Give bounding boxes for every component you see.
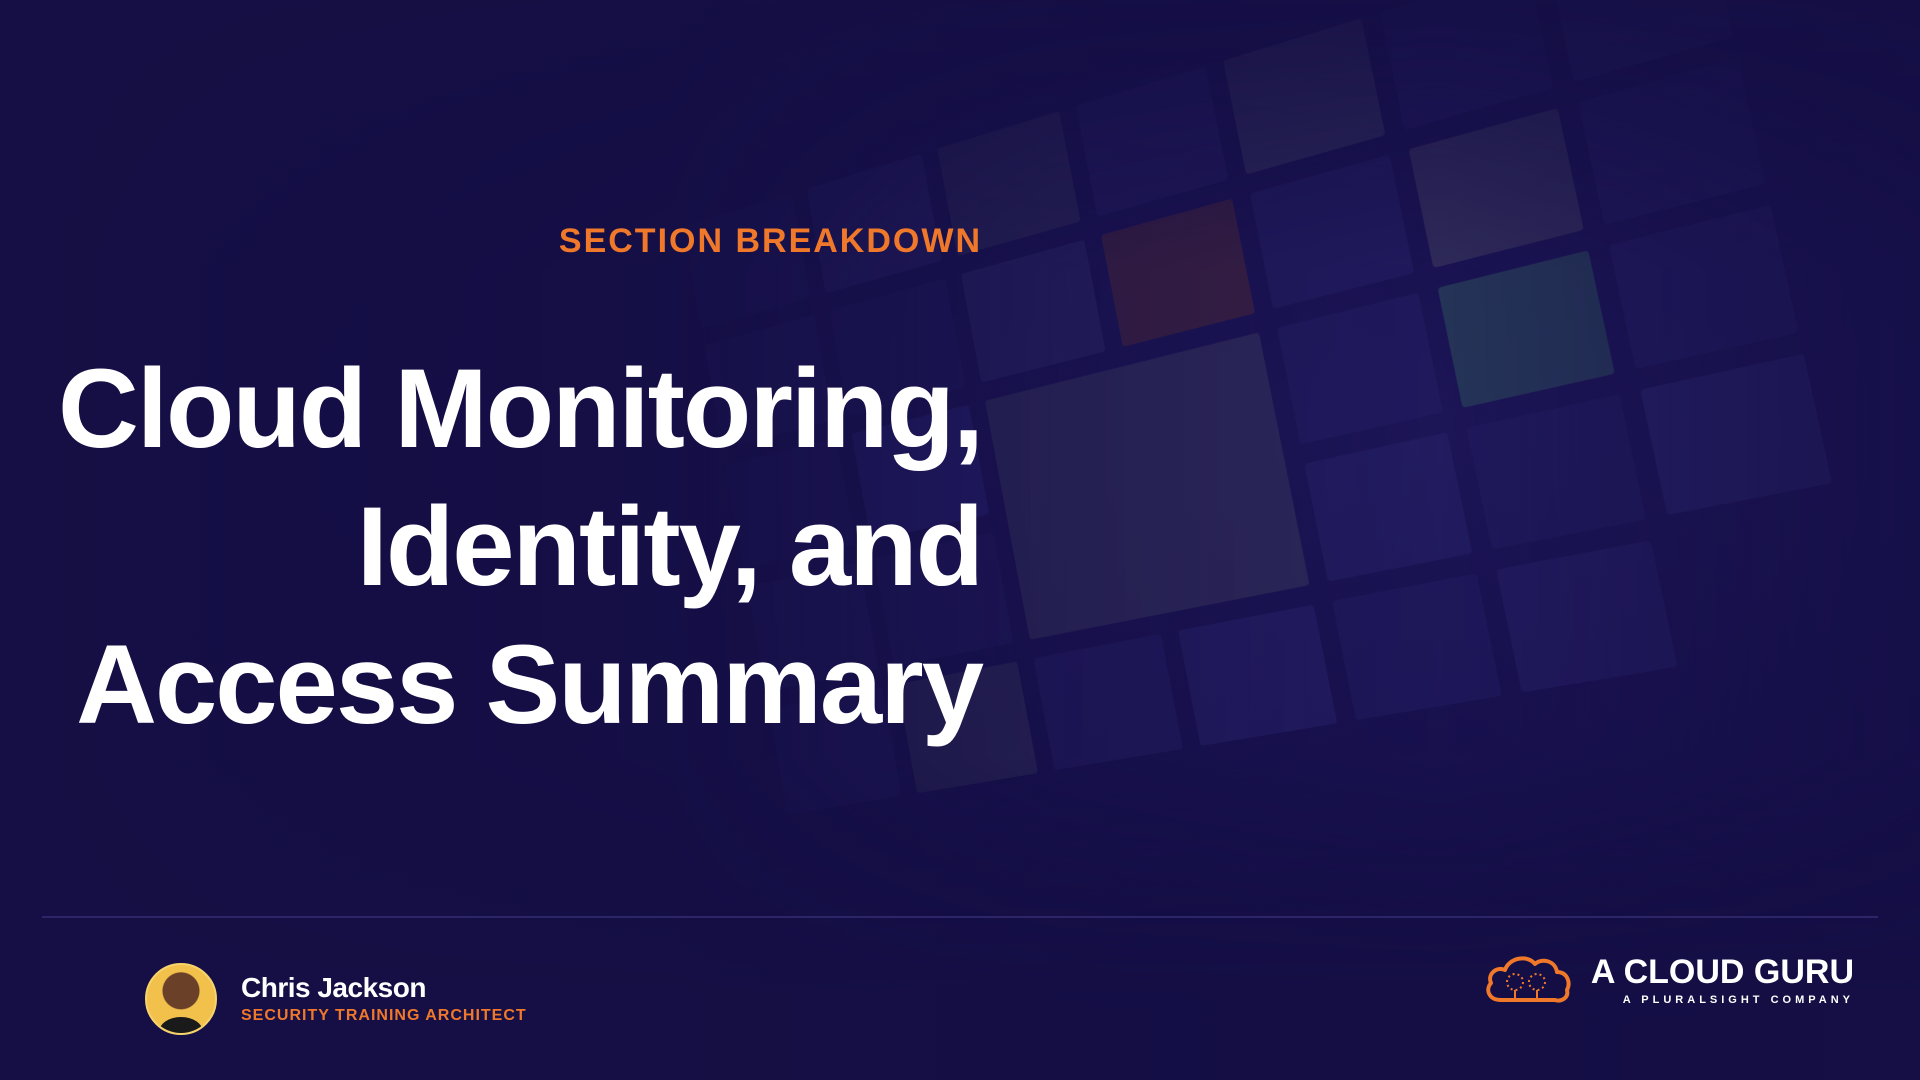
presenter-name: Chris Jackson — [241, 972, 426, 1003]
slide: SECTION BREAKDOWN Cloud Monitoring, Iden… — [0, 0, 1920, 1080]
slide-title-line: Access Summary — [76, 622, 984, 747]
section-eyebrow: SECTION BREAKDOWN — [558, 222, 982, 260]
brand-block: A CLOUD GURU A PLURALSIGHT COMPANY — [1481, 950, 1854, 1010]
brand-tagline: A PLURALSIGHT COMPANY — [1622, 994, 1854, 1006]
slide-title-line: Identity, and — [356, 484, 984, 609]
presenter-role: SECURITY TRAINING ARCHITECT — [241, 1007, 527, 1024]
cloud-icon — [1486, 956, 1571, 1003]
footer-divider — [42, 916, 1878, 918]
brand-name: A CLOUD GURU — [1590, 953, 1854, 991]
slide-title: Cloud Monitoring, Identity, and Access S… — [2, 340, 984, 754]
presenter-text: Chris Jackson SECURITY TRAINING ARCHITEC… — [241, 971, 527, 1027]
avatar — [145, 963, 217, 1035]
slide-title-line: Cloud Monitoring, — [58, 346, 984, 471]
brand-text: A CLOUD GURU A PLURALSIGHT COMPANY — [1591, 952, 1854, 1008]
presenter-block: Chris Jackson SECURITY TRAINING ARCHITEC… — [145, 963, 527, 1035]
